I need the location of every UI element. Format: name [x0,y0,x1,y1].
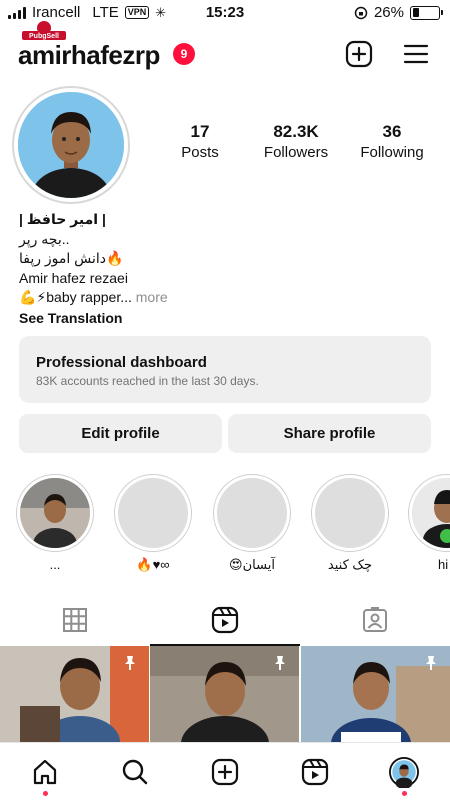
tab-tagged[interactable] [300,596,450,644]
followers-label: Followers [263,144,329,161]
nav-home[interactable] [30,757,60,787]
stat-posts[interactable]: 17 Posts [145,122,255,161]
reel-thumbnail-2[interactable] [150,646,299,742]
highlight-2[interactable]: 🔥♥∞ [113,474,193,573]
nav-create[interactable] [210,757,240,787]
notification-badge[interactable]: 9 [173,43,195,65]
home-notification-dot [43,791,48,796]
highlight-3[interactable]: 😍آیسان [212,474,292,573]
home-icon [33,759,57,785]
highlight-1[interactable]: ... [15,474,95,572]
reel-thumbnail-1[interactable] [0,646,149,742]
posts-count: 17 [190,122,210,141]
more-link[interactable]: more [136,289,168,305]
dashboard-subtitle: 83K accounts reached in the last 30 days… [36,374,259,388]
highlight-5[interactable]: hi [408,474,450,572]
profile-avatar[interactable] [12,86,130,204]
reels-icon [211,606,239,634]
svg-text:PubgSell: PubgSell [29,33,59,40]
bio-line-1: بچه رپر.. [19,230,70,247]
dashboard-title: Professional dashboard [36,354,207,371]
tab-grid[interactable] [0,596,150,644]
battery-icon [410,5,443,20]
share-profile-button[interactable]: Share profile [228,414,431,453]
following-label: Following [360,144,424,161]
bio-line-4-row: 💪⚡baby rapper... more [19,288,429,308]
profile-tabs [0,596,450,646]
pubgsell-logo: PubgSell [22,21,66,40]
highlight-5-photo [412,478,450,548]
tab-reels[interactable] [150,596,300,646]
bio-line-3: Amir hafez rezaei [19,269,128,286]
reels-grid [0,646,450,742]
create-icon [211,758,239,786]
pin-icon [426,656,436,670]
avatar-photo [18,92,124,198]
plus-square-icon[interactable] [345,40,373,68]
highlight-3-caption: 😍آیسان [229,557,275,572]
pin-icon [125,656,135,670]
grid-icon [63,608,87,632]
search-icon [122,759,148,785]
menu-icon[interactable] [402,40,430,68]
highlight-1-caption: ... [49,557,61,572]
profile-avatar-icon [389,757,419,788]
professional-dashboard[interactable]: Professional dashboard 83K accounts reac… [19,336,431,403]
nav-profile[interactable] [389,757,419,788]
nav-search[interactable] [120,757,150,787]
highlight-2-caption: 🔥♥∞ [136,557,170,572]
profile-notification-dot [402,791,407,796]
reel-thumbnail-3[interactable] [301,646,450,742]
display-name: | امیر حافظ | [19,211,106,227]
edit-profile-button[interactable]: Edit profile [19,414,222,453]
bottom-nav [0,742,450,801]
highlight-5-caption: hi [438,557,449,572]
highlight-4[interactable]: چک کنید [310,474,390,573]
orientation-lock-icon [354,6,368,19]
bio: | امیر حافظ | بچه رپر.. دانش اموز رپفا🔥 … [19,210,429,328]
bio-line-4: 💪⚡baby rapper... [19,289,132,305]
battery-percent: 26% [373,4,404,21]
pin-icon [275,656,285,670]
username[interactable]: amirhafezrp [18,40,160,71]
highlight-4-caption: چک کنید [327,557,373,572]
bio-line-2: دانش اموز رپفا🔥 [19,250,124,266]
profile-header: PubgSell amirhafezrp 9 [0,21,450,82]
following-count: 36 [382,122,402,141]
posts-label: Posts [181,144,219,161]
tagged-icon [363,607,387,632]
stat-following[interactable]: 36 Following [337,122,447,161]
see-translation-link[interactable]: See Translation [19,309,429,329]
reels-icon [301,758,329,786]
stat-followers[interactable]: 82.3K Followers [241,122,351,161]
highlight-1-photo [20,478,90,548]
nav-reels[interactable] [300,757,330,787]
followers-count: 82.3K [273,122,319,141]
